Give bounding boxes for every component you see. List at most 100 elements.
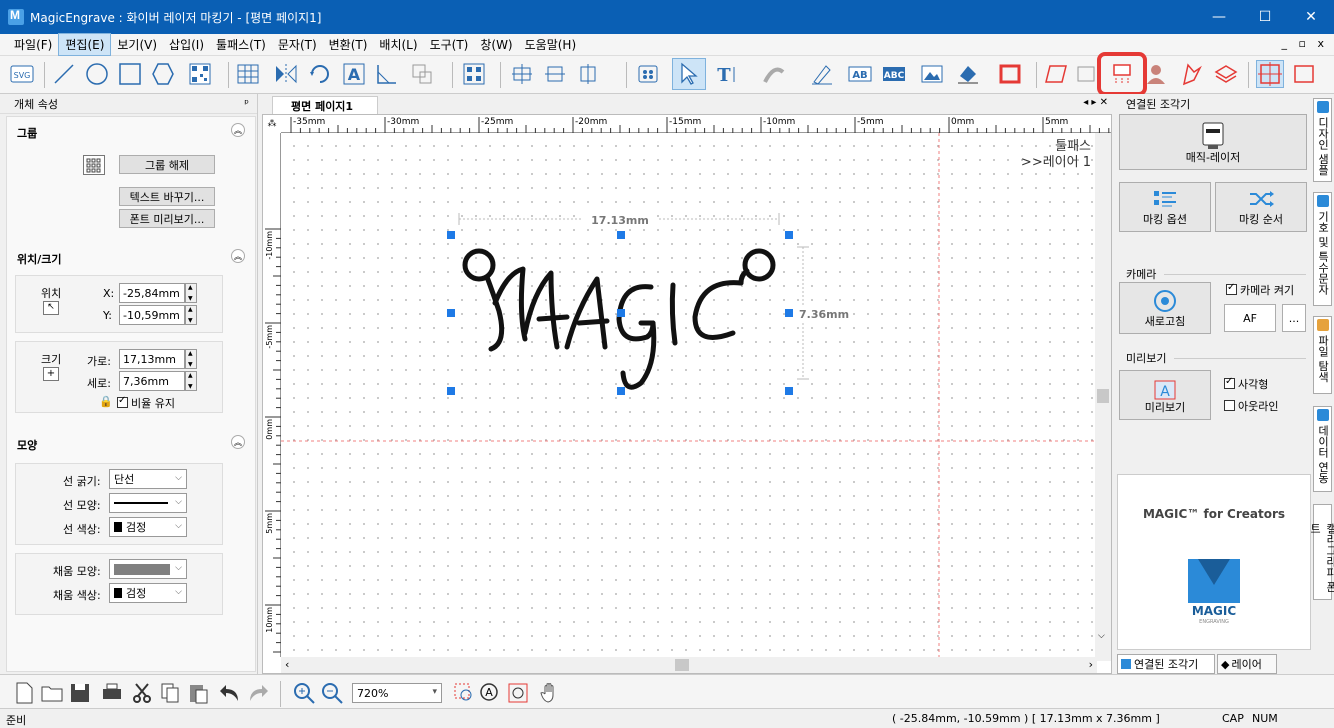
menu-arrange[interactable]: 배치(L) [373,34,423,55]
undo-icon[interactable] [216,679,244,707]
x-spinner[interactable] [185,283,197,303]
line-tool-icon[interactable] [50,60,78,88]
scroll-left-icon[interactable]: ‹ [285,658,289,671]
shape-combine-icon[interactable] [408,60,436,88]
qr-code-icon[interactable] [186,60,214,88]
crosshair-center-icon[interactable] [1256,60,1284,88]
y-spinner[interactable] [185,305,197,325]
scroll-right-icon[interactable]: › [1089,658,1093,671]
align-options-icon[interactable] [574,60,602,88]
parallelogram-icon[interactable] [1042,60,1070,88]
replace-text-button[interactable]: 텍스트 바꾸기... [119,187,215,206]
pen-icon[interactable] [808,60,836,88]
y-field[interactable]: -10,59mm [119,305,185,325]
table-icon[interactable] [234,60,262,88]
page-frame-icon[interactable] [1072,60,1100,88]
preview-button[interactable]: A 미리보기 [1119,370,1211,420]
vtab-calligraphy-fonts[interactable]: 캘리그라피 폰트 [1309,504,1334,600]
eraser-icon[interactable] [954,60,982,88]
zoom-select[interactable]: 720% ▾ [352,683,442,703]
menu-insert[interactable]: 삽입(I) [163,34,210,55]
print-icon[interactable] [98,679,126,707]
height-spinner[interactable] [185,371,197,391]
zoom-page-icon[interactable] [504,679,532,707]
ungroup-button[interactable]: 그룹 해제 [119,155,215,174]
rectangle-tool-icon[interactable] [116,60,144,88]
pan-hand-icon[interactable] [536,679,564,707]
zoom-all-icon[interactable]: A [476,679,504,707]
position-anchor-icon[interactable]: ↖ [43,301,59,315]
tab-page1[interactable]: 평면 페이지1 [272,96,378,114]
more-button[interactable]: ... [1282,304,1306,332]
menu-tools[interactable]: 도구(T) [424,34,475,55]
menu-help[interactable]: 도움말(H) [519,34,583,55]
copy-icon[interactable] [156,679,184,707]
marking-order-button[interactable]: 마킹 순서 [1215,182,1307,232]
maximize-button[interactable]: ☐ [1242,0,1288,34]
outline-checkbox[interactable]: 아웃라인 [1224,398,1278,414]
zoom-in-icon[interactable] [290,679,318,707]
image-icon[interactable] [918,60,946,88]
cut-shape-icon[interactable] [1178,60,1206,88]
line-color-select[interactable]: 검정 ⌵ [109,517,187,537]
text-tool-icon[interactable]: A [340,60,368,88]
ruler-corner-icon[interactable]: ⁂ [263,115,281,133]
line-style-select[interactable]: ⌵ [109,493,187,513]
fill-color-select[interactable]: 검정 ⌵ [109,583,187,603]
line-width-select[interactable]: 단선 ⌵ [109,469,187,489]
device-button[interactable]: 매직-레이저 [1119,114,1307,170]
vtab-symbols[interactable]: 기호 및 특수문자 [1313,192,1332,306]
tab-nav-controls[interactable]: ◂ ▸ ✕ [1083,97,1108,108]
collapse-group-icon[interactable]: ︽ [231,123,245,137]
svg-import-icon[interactable]: SVG [8,60,36,88]
drawing-surface[interactable]: 17.13mm 7.36mm 툴패스 >>레이어 1 [281,133,1097,657]
vertical-scroll-thumb[interactable] [1097,389,1109,403]
tab-connected-engraver[interactable]: 연결된 조각기 [1117,654,1215,674]
collapse-position-icon[interactable]: ︽ [231,249,245,263]
pin-icon[interactable]: ᵖ [244,97,249,110]
bounding-frame-icon[interactable] [1290,60,1318,88]
af-button[interactable]: AF [1224,304,1276,332]
mirror-icon[interactable] [272,60,300,88]
menu-file[interactable]: 파일(F) [8,34,58,55]
vtab-design-samples[interactable]: 디자인 샘플 [1313,98,1332,182]
width-spinner[interactable] [185,349,197,369]
keep-ratio-checkbox[interactable]: 비율 유지 [117,395,175,411]
x-field[interactable]: -25,84mm [119,283,185,303]
layers-icon[interactable] [1212,60,1240,88]
horizontal-scrollbar[interactable]: ‹ › [281,657,1097,673]
rect-checkbox[interactable]: 사각형 [1224,376,1268,392]
fill-style-select[interactable]: ⌵ [109,559,187,579]
minimize-button[interactable]: — [1196,0,1242,34]
text-fit-icon[interactable]: ABC [880,60,908,88]
redo-icon[interactable] [244,679,272,707]
dimension-tool-icon[interactable] [373,60,401,88]
align-middle-icon[interactable] [541,60,569,88]
collapse-shape-icon[interactable]: ︽ [231,435,245,449]
frame-red-icon[interactable] [996,60,1024,88]
open-folder-icon[interactable] [38,679,66,707]
vertical-scrollbar[interactable]: ⌵ [1095,133,1111,661]
new-file-icon[interactable] [10,679,38,707]
text-outline-icon[interactable]: AB [846,60,874,88]
node-edit-icon[interactable] [634,60,662,88]
ellipse-tool-icon[interactable] [83,60,111,88]
vtab-data-link[interactable]: 데이터 연동 [1313,406,1332,492]
zoom-out-icon[interactable] [318,679,346,707]
width-field[interactable]: 17,13mm [119,349,185,369]
marking-options-button[interactable]: 마킹 옵션 [1119,182,1211,232]
vtab-file-explorer[interactable]: 파일 탐색 [1313,316,1332,394]
close-button[interactable]: ✕ [1288,0,1334,34]
canvas-area[interactable]: ⁂ -35mm -30mm -25mm -20mm -15mm -10mm -5mm 0mm 5… [262,114,1112,674]
horizontal-scroll-thumb[interactable] [675,659,689,671]
height-field[interactable]: 7,36mm [119,371,185,391]
menu-transform[interactable]: 변환(T) [323,34,374,55]
menu-window[interactable]: 창(W) [474,34,518,55]
size-anchor-icon[interactable]: + [43,367,59,381]
camera-on-checkbox[interactable]: 카메라 켜기 [1226,282,1294,298]
menu-view[interactable]: 보기(V) [111,34,163,55]
rotate-icon[interactable] [306,60,334,88]
save-icon[interactable] [66,679,94,707]
menu-text[interactable]: 문자(T) [272,34,323,55]
text-on-path-icon[interactable] [760,60,788,88]
